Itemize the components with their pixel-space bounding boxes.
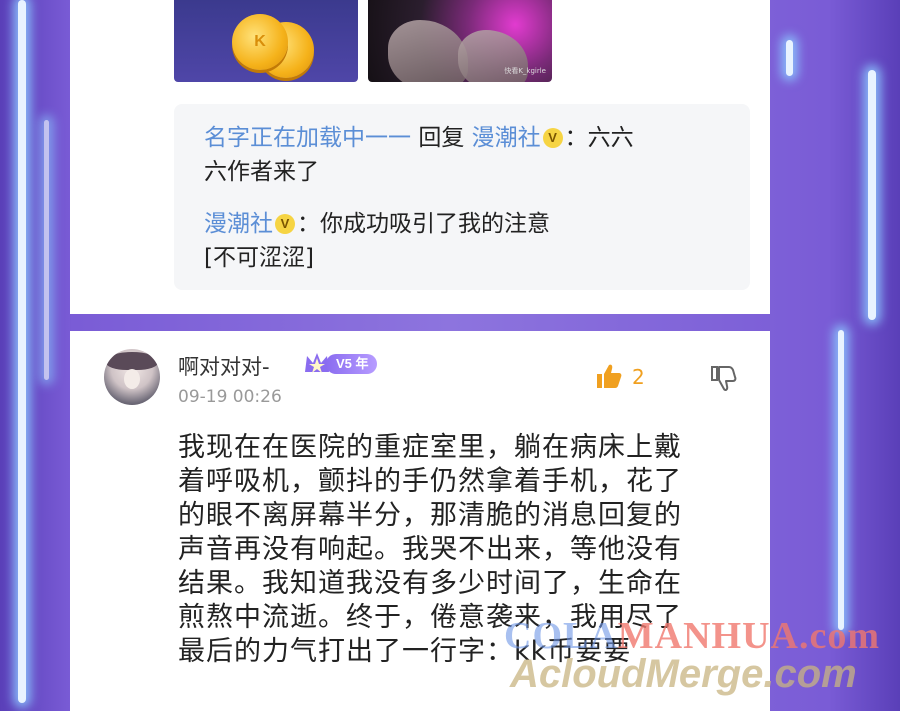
avatar-hat	[106, 352, 158, 370]
comment-line: 的眼不离屏幕半分，那清脆的消息回复的	[178, 500, 682, 531]
comment-card: 啊对对对- V5 年 09-19 00:26 2 我现在在医院的重症室里，躺在病…	[70, 331, 770, 711]
comment-line: 煎熬中流逝。终于，倦意袭来，我用尽了	[178, 602, 682, 633]
photo-caption: 快看K_kgirle	[504, 67, 546, 75]
reply-2-line-1: 漫潮社 V ：你成功吸引了我的注意	[204, 208, 724, 240]
avatar[interactable]	[104, 349, 160, 405]
verified-badge-icon: V	[275, 214, 295, 234]
thumbs-down-icon[interactable]	[708, 363, 738, 393]
vip-badge: V5 年	[302, 348, 384, 378]
reply-1-line-1: 名字正在加载中一一 回复 漫潮社 V ：六六	[204, 122, 724, 154]
reply-2-author[interactable]: 漫潮社	[204, 211, 273, 237]
comment-line: 声音再没有响起。我哭不出来，等他没有	[178, 534, 682, 565]
comment-line: 着呼吸机，颤抖的手仍然拿着手机，花了	[178, 466, 682, 497]
photo-image[interactable]: 快看K_kgirle	[368, 0, 552, 82]
comment-line: 我现在在医院的重症室里，躺在病床上戴	[178, 432, 682, 463]
verified-badge-icon: V	[542, 128, 563, 148]
avatar-face	[124, 369, 140, 389]
reply-2-line-2: [不可涩涩]	[204, 245, 314, 271]
coin-image[interactable]: K	[174, 0, 358, 82]
vip-label: V5 年	[326, 354, 377, 374]
neon-light-right-3	[786, 40, 793, 76]
reply-1-text: ：六六	[564, 125, 634, 151]
reply-box[interactable]: 名字正在加载中一一 回复 漫潮社 V ：六六 六作者来了 漫潮社 V ：你成功吸引了我的…	[174, 104, 750, 290]
like-button[interactable]: 2	[594, 361, 654, 397]
neon-light-right-1	[868, 70, 876, 320]
reply-1-line-2: 六作者来了	[204, 159, 319, 185]
neon-light-left-1	[18, 0, 26, 703]
comment-timestamp: 09-19 00:26	[178, 387, 282, 407]
photo-figure	[388, 20, 468, 82]
thumbs-up-icon	[597, 364, 622, 388]
like-count: 2	[632, 365, 645, 389]
coin-front: K	[232, 14, 288, 70]
reply-thread-panel: K 快看K_kgirle 名字正在加载中一一 回复 漫潮社 V ：六六 六作者来了 …	[70, 0, 770, 314]
reply-1-target[interactable]: 漫潮社	[472, 125, 541, 151]
neon-light-right-2	[838, 330, 844, 630]
comment-username[interactable]: 啊对对对-	[178, 351, 270, 381]
comment-line: 最后的力气打出了一行字：kk币要要	[178, 636, 632, 667]
reply-connector: 回复	[418, 125, 465, 151]
comment-body: 我现在在医院的重症室里，躺在病床上戴 着呼吸机，颤抖的手仍然拿着手机，花了 的眼…	[178, 431, 748, 669]
comment-line: 结果。我知道我没有多少时间了，生命在	[178, 568, 682, 599]
reply-1-author[interactable]: 名字正在加载中一一	[204, 125, 411, 151]
coin-letter: K	[254, 33, 266, 50]
neon-light-left-2	[44, 120, 49, 380]
reply-2-text: ：你成功吸引了我的注意	[297, 211, 550, 237]
